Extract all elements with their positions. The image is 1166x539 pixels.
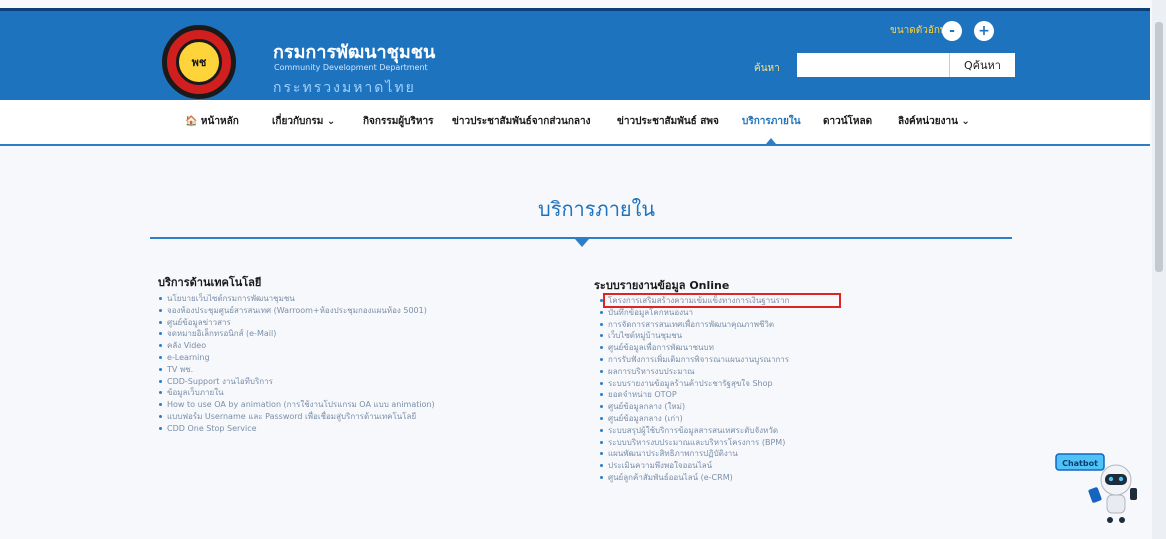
department-logo[interactable]: พช <box>162 25 236 99</box>
highlight-box <box>603 293 841 308</box>
tech-services-list: นโยบายเว็บไซต์กรมการพัฒนาชุมชน จองห้องปร… <box>158 293 435 435</box>
org-name-thai: กรมการพัฒนาชุมชน <box>273 42 436 63</box>
list-item[interactable]: CDD-Support งานไอทีบริการ <box>158 376 435 388</box>
list-item[interactable]: แผนพัฒนาประสิทธิภาพการปฏิบัติงาน <box>599 448 789 460</box>
nav-about[interactable]: เกี่ยวกับกรม ⌄ <box>272 114 335 129</box>
nav-agency-links[interactable]: ลิงค์หน่วยงาน ⌄ <box>898 114 970 129</box>
list-item[interactable]: การรับฟังการเพิ่มเติมการพิจารณาแผนงานบูร… <box>599 354 789 366</box>
nav-central-news[interactable]: ข่าวประชาสัมพันธ์จากส่วนกลาง <box>452 114 591 129</box>
list-item[interactable]: ศูนย์ข้อมูลเพื่อการพัฒนาชนบท <box>599 342 789 354</box>
list-item[interactable]: จองห้องประชุมศูนย์สารสนเทศ (Warroom+ห้อง… <box>158 305 435 317</box>
search-button[interactable]: Qค้นหา <box>949 53 1015 77</box>
search-label: ค้นหา <box>754 63 780 74</box>
nav-home[interactable]: 🏠 หน้าหลัก <box>185 114 239 129</box>
list-item[interactable]: ศูนย์ข้อมูลข่าวสาร <box>158 317 435 329</box>
nav-internal-services[interactable]: บริการภายใน <box>742 114 801 129</box>
list-item[interactable]: ผลการบริหารงบประมาณ <box>599 366 789 378</box>
increase-text-button[interactable]: + <box>974 21 994 41</box>
list-item[interactable]: ศูนย์ลูกค้าสัมพันธ์ออนไลน์ (e-CRM) <box>599 472 789 484</box>
list-item[interactable]: e-Learning <box>158 352 435 364</box>
list-item[interactable]: คลัง Video <box>158 340 435 352</box>
search-input[interactable] <box>797 53 949 77</box>
nav-executive-activities[interactable]: กิจกรรมผู้บริหาร <box>363 114 433 129</box>
list-item[interactable]: นโยบายเว็บไซต์กรมการพัฒนาชุมชน <box>158 293 435 305</box>
tech-services-heading: บริการด้านเทคโนโลยี <box>158 276 262 289</box>
list-item[interactable]: การจัดการสารสนเทศเพื่อการพัฒนาคุณภาพชีวิ… <box>599 319 789 331</box>
list-item[interactable]: ข้อมูลเว็บภายใน <box>158 387 435 399</box>
online-reports-list: โครงการเสริมสร้างความเข้มแข็งทางการเงินฐ… <box>599 295 789 484</box>
list-item[interactable]: จดหมายอิเล็กทรอนิกส์ (e-Mail) <box>158 328 435 340</box>
list-item[interactable]: ประเมินความพึงพอใจออนไลน์ <box>599 460 789 472</box>
decrease-text-button[interactable]: - <box>942 21 962 41</box>
list-item[interactable]: TV พช. <box>158 364 435 376</box>
site-header: พช กรมการพัฒนาชุมชน Community Developmen… <box>0 8 1150 103</box>
page-title: บริการภายใน <box>538 197 656 221</box>
list-item[interactable]: ศูนย์ข้อมูลกลาง (ใหม่) <box>599 401 789 413</box>
scrollbar-thumb[interactable] <box>1155 22 1163 272</box>
chatbot-robot-icon[interactable]: Chatbot <box>1050 448 1140 533</box>
list-item[interactable]: ระบบบริหารงบประมาณและบริหารโครงการ (BPM) <box>599 437 789 449</box>
list-item[interactable]: เว็บไซต์หมู่บ้านชุมชน <box>599 330 789 342</box>
list-item[interactable]: ระบบสรุปผู้ใช้บริการข้อมูลสารสนเทศระดับจ… <box>599 425 789 437</box>
ministry-name: กระทรวงมหาดไทย <box>273 80 416 96</box>
nav-provincial-news[interactable]: ข่าวประชาสัมพันธ์ สพจ <box>617 114 719 129</box>
list-item[interactable]: CDD One Stop Service <box>158 423 435 435</box>
list-item[interactable]: แบบฟอร์ม Username และ Password เพื่อเชื่… <box>158 411 435 423</box>
logo-emblem: พช <box>176 39 222 85</box>
list-item[interactable]: ระบบรายงานข้อมูลร้านค้าประชารัฐสุขใจ Sho… <box>599 378 789 390</box>
list-item[interactable]: ศูนย์ข้อมูลกลาง (เก่า) <box>599 413 789 425</box>
main-navigation: 🏠 หน้าหลัก เกี่ยวกับกรม ⌄ กิจกรรมผู้บริห… <box>0 100 1150 146</box>
list-item[interactable]: บันทึกข้อมูลโคกหนองนา <box>599 307 789 319</box>
list-item[interactable]: How to use OA by animation (การใช้งานโปร… <box>158 399 435 411</box>
org-name-english: Community Development Department <box>274 63 428 72</box>
online-reports-heading: ระบบรายงานข้อมูล Online <box>594 279 730 292</box>
list-item[interactable]: ยอดจำหน่าย OTOP <box>599 389 789 401</box>
title-divider-arrow <box>575 239 589 247</box>
nav-downloads[interactable]: ดาวน์โหลด <box>823 114 872 129</box>
active-nav-indicator <box>766 138 776 144</box>
chatbot-badge-label: Chatbot <box>1062 459 1098 468</box>
